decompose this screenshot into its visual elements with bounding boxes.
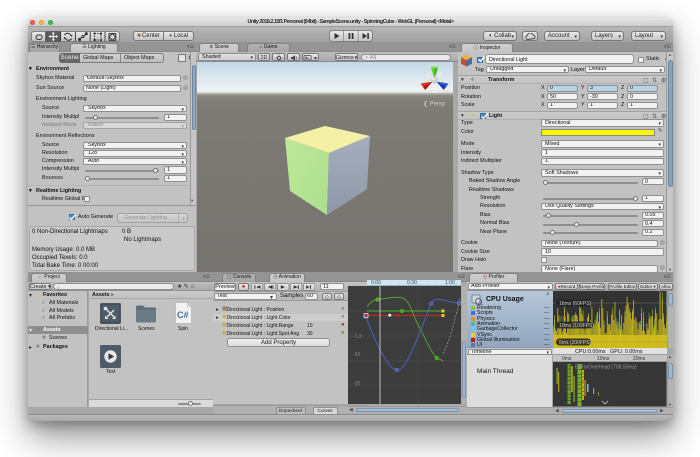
svg-text:16ms (60FPS): 16ms (60FPS) [559,301,592,307]
svg-text:-20: -20 [353,352,360,358]
svg-text:EditorOverhead (708.50ms): EditorOverhead (708.50ms) [575,365,637,371]
svg-text:❮ Persp: ❮ Persp [423,101,446,108]
svg-text:10ms (100FPS): 10ms (100FPS) [559,323,594,329]
svg-text:-30: -30 [353,381,360,387]
svg-text:-1.2: -1.2 [353,334,362,340]
svg-text:5ms (200FPS): 5ms (200FPS) [559,340,592,346]
svg-text:C#: C# [177,310,189,320]
